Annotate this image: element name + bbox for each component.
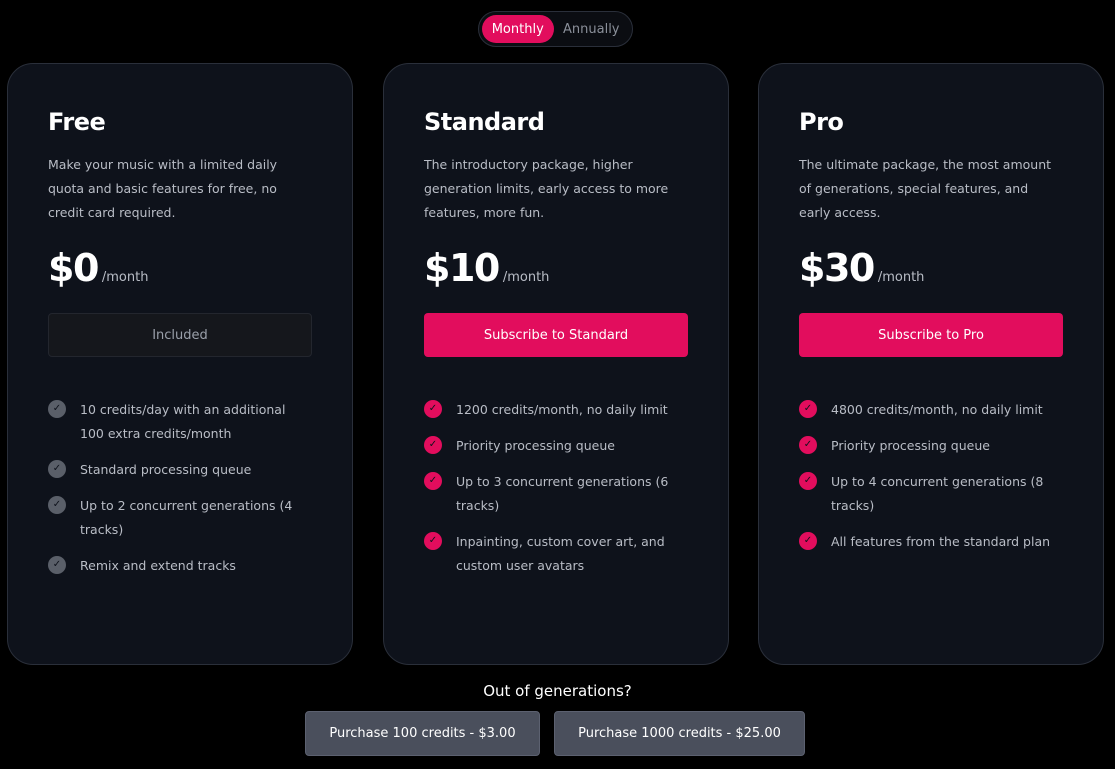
feature-item: ✓ Standard processing queue	[48, 458, 312, 482]
extra-credits-title: Out of generations?	[483, 682, 632, 700]
price-amount: $0	[48, 246, 99, 290]
check-icon: ✓	[424, 436, 442, 454]
annually-toggle-option[interactable]: Annually	[554, 15, 629, 43]
feature-list: ✓ 10 credits/day with an additional 100 e…	[48, 398, 312, 590]
plan-price: $30 /month	[799, 246, 924, 290]
billing-period-toggle: Monthly Annually	[478, 11, 633, 47]
feature-text: Remix and extend tracks	[80, 558, 236, 573]
check-icon: ✓	[48, 400, 66, 418]
feature-text: Inpainting, custom cover art, and custom…	[456, 534, 665, 573]
feature-text: Up to 4 concurrent generations (8 tracks…	[831, 474, 1044, 513]
plan-name: Standard	[424, 108, 545, 136]
check-icon: ✓	[799, 400, 817, 418]
plan-card-pro: Pro The ultimate package, the most amoun…	[758, 63, 1104, 665]
feature-text: 4800 credits/month, no daily limit	[831, 402, 1043, 417]
subscribe-standard-button[interactable]: Subscribe to Standard	[424, 313, 688, 357]
feature-item: ✓ Inpainting, custom cover art, and custo…	[424, 530, 688, 578]
plan-description: The introductory package, higher generat…	[424, 157, 669, 220]
feature-text: 10 credits/day with an additional 100 ex…	[80, 402, 286, 441]
check-icon: ✓	[48, 460, 66, 478]
feature-item: ✓ Remix and extend tracks	[48, 554, 312, 578]
plan-description: The ultimate package, the most amount of…	[799, 157, 1052, 220]
monthly-toggle-option[interactable]: Monthly	[482, 15, 554, 43]
included-button[interactable]: Included	[48, 313, 312, 357]
subscribe-pro-button[interactable]: Subscribe to Pro	[799, 313, 1063, 357]
price-period: /month	[502, 270, 550, 285]
check-icon: ✓	[799, 532, 817, 550]
price-period: /month	[877, 270, 925, 285]
feature-text: 1200 credits/month, no daily limit	[456, 402, 668, 417]
plan-card-standard: Standard The introductory package, highe…	[383, 63, 729, 665]
plan-card-free: Free Make your music with a limited dail…	[7, 63, 353, 665]
feature-item: ✓ Up to 3 concurrent generations (6 track…	[424, 470, 688, 518]
plan-price: $10 /month	[424, 246, 549, 290]
feature-text: Priority processing queue	[831, 438, 990, 453]
check-icon: ✓	[799, 436, 817, 454]
feature-item: ✓ Priority processing queue	[799, 434, 1063, 458]
check-icon: ✓	[424, 400, 442, 418]
check-icon: ✓	[424, 532, 442, 550]
feature-text: Priority processing queue	[456, 438, 615, 453]
feature-item: ✓ 4800 credits/month, no daily limit	[799, 398, 1063, 422]
feature-item: ✓ All features from the standard plan	[799, 530, 1063, 554]
feature-item: ✓ Up to 2 concurrent generations (4 track…	[48, 494, 312, 542]
feature-text: All features from the standard plan	[831, 534, 1051, 549]
purchase-1000-credits-button[interactable]: Purchase 1000 credits - $25.00	[554, 711, 805, 756]
price-period: /month	[101, 270, 149, 285]
feature-item: ✓ 10 credits/day with an additional 100 e…	[48, 398, 312, 446]
check-icon: ✓	[424, 472, 442, 490]
feature-list: ✓ 1200 credits/month, no daily limit ✓ Pri…	[424, 398, 688, 590]
feature-text: Standard processing queue	[80, 462, 252, 477]
price-amount: $30	[799, 246, 875, 290]
check-icon: ✓	[799, 472, 817, 490]
check-icon: ✓	[48, 556, 66, 574]
purchase-100-credits-button[interactable]: Purchase 100 credits - $3.00	[305, 711, 540, 756]
feature-list: ✓ 4800 credits/month, no daily limit ✓ Pri…	[799, 398, 1063, 566]
check-icon: ✓	[48, 496, 66, 514]
feature-item: ✓ Up to 4 concurrent generations (8 track…	[799, 470, 1063, 518]
feature-text: Up to 2 concurrent generations (4 tracks…	[80, 498, 293, 537]
plan-description: Make your music with a limited daily quo…	[48, 157, 278, 220]
feature-item: ✓ 1200 credits/month, no daily limit	[424, 398, 688, 422]
price-amount: $10	[424, 246, 500, 290]
plan-name: Free	[48, 108, 106, 136]
feature-item: ✓ Priority processing queue	[424, 434, 688, 458]
plan-price: $0 /month	[48, 246, 148, 290]
plan-name: Pro	[799, 108, 844, 136]
feature-text: Up to 3 concurrent generations (6 tracks…	[456, 474, 669, 513]
